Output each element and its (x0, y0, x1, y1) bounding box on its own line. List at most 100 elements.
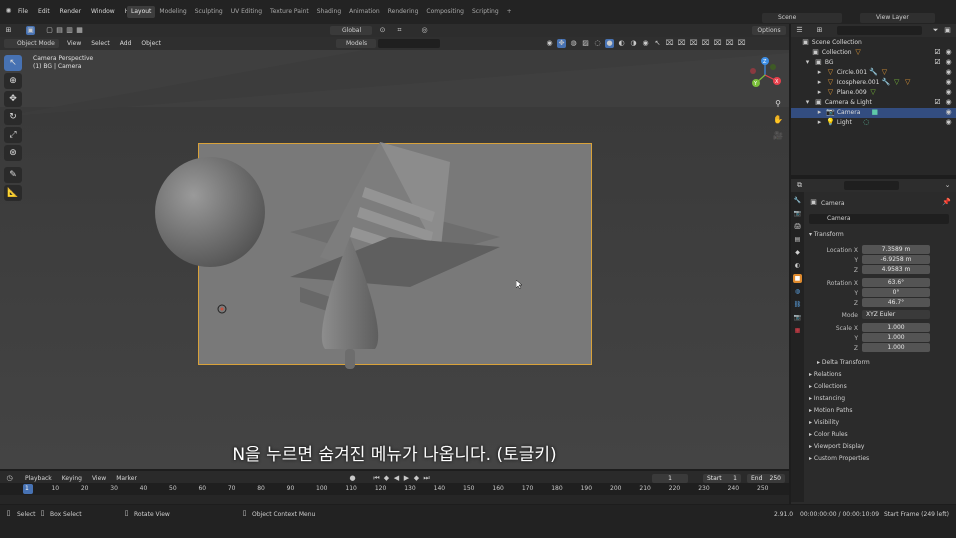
annotate-tool-icon[interactable]: ✎ (4, 167, 22, 183)
move-tool-icon[interactable]: ✥ (4, 91, 22, 107)
options-chevron-icon[interactable]: ⌄ (943, 181, 952, 190)
visibility-icon[interactable]: ◉ (545, 39, 554, 48)
select-extend-icon[interactable]: ▤ (55, 26, 64, 35)
viewport-search-input[interactable] (378, 39, 440, 48)
render-tab-icon[interactable]: 📷 (793, 209, 802, 218)
options-dropdown[interactable]: Options (752, 26, 786, 35)
outliner-row-camera[interactable]: ▸ 📷 Camera ■ ◉ (791, 108, 956, 118)
tab-layout[interactable]: Layout (127, 6, 156, 18)
filter-icon[interactable]: ⏷ (931, 26, 940, 35)
icosphere-object[interactable] (155, 157, 265, 267)
tab-compositing[interactable]: Compositing (422, 6, 468, 18)
3d-viewport[interactable]: Object Mode View Select Add Object Model… (0, 37, 789, 469)
add-workspace-button[interactable]: + (503, 6, 516, 18)
rotate-tool-icon[interactable]: ↻ (4, 109, 22, 125)
tab-modeling[interactable]: Modeling (155, 6, 190, 18)
end-frame-field[interactable]: End 250 (747, 474, 785, 483)
collection-filter-dropdown[interactable]: Models (336, 39, 376, 48)
cabin-object[interactable] (290, 142, 500, 312)
delta-transform-panel[interactable]: ▸ Delta Transform (817, 359, 870, 366)
pan-hand-icon[interactable]: ✋ (771, 113, 785, 127)
xray-icon[interactable]: ▨ (581, 39, 590, 48)
visibility-panel[interactable]: ▸ Visibility (809, 419, 839, 426)
rotation-mode-dropdown[interactable]: XYZ Euler (862, 310, 930, 319)
select-subtract-icon[interactable]: ▥ (65, 26, 74, 35)
eye-icon[interactable]: ◉ (944, 118, 953, 127)
menu-window[interactable]: Window (86, 6, 120, 18)
jump-start-icon[interactable]: ⏮ (372, 474, 381, 483)
transform-orientation-dropdown[interactable]: Global (330, 26, 372, 35)
output-tab-icon[interactable]: 🖨 (793, 222, 802, 231)
eye-icon[interactable]: ◉ (641, 39, 650, 48)
eye-icon[interactable]: ◉ (944, 88, 953, 97)
tab-shading[interactable]: Shading (313, 6, 345, 18)
gizmo-toggle-icon[interactable]: ✥ (557, 39, 566, 48)
timeline-editor-icon[interactable]: ◷ (5, 474, 14, 483)
motion-paths-panel[interactable]: ▸ Motion Paths (809, 407, 852, 414)
editor-type-icon[interactable]: ⊞ (4, 26, 13, 35)
collections-panel[interactable]: ▸ Collections (809, 383, 847, 390)
tab-animation[interactable]: Animation (345, 6, 384, 18)
camera-view-icon[interactable]: 🎥 (771, 129, 785, 143)
timeline-track-area[interactable] (0, 495, 789, 504)
wireframe-shading-icon[interactable]: ◌ (593, 39, 602, 48)
eye-icon[interactable]: ◉ (944, 48, 953, 57)
light-object[interactable] (217, 304, 227, 314)
outliner-row-light[interactable]: ▸ 💡 Light ◌ ◉ (791, 118, 956, 128)
view-layer-selector[interactable]: View Layer (860, 13, 935, 23)
prev-keyframe-icon[interactable]: ◆ (382, 474, 391, 483)
rotation-z-field[interactable]: 46.7° (862, 298, 930, 307)
new-collection-icon[interactable]: ▣ (943, 26, 952, 35)
outliner-row-circle[interactable]: ▸ ▽ Circle.001 🔧 ▽ ◉ (791, 68, 956, 78)
jump-end-icon[interactable]: ⏭ (422, 474, 431, 483)
select-invert-icon[interactable]: ▦ (75, 26, 84, 35)
mode-dropdown[interactable]: Object Mode (4, 39, 59, 48)
tab-rendering[interactable]: Rendering (384, 6, 423, 18)
outliner-search-input[interactable] (837, 26, 922, 35)
rotation-x-field[interactable]: 63.6° (862, 278, 930, 287)
transform-tool-icon[interactable]: ⊛ (4, 145, 22, 161)
outliner-editor-icon[interactable]: ☰ (795, 26, 804, 35)
select-box-icon[interactable]: ▢ (45, 26, 54, 35)
record-icon[interactable]: ● (348, 474, 357, 483)
next-keyframe-icon[interactable]: ◆ (412, 474, 421, 483)
tab-uv-editing[interactable]: UV Editing (227, 6, 266, 18)
chevron-right-icon[interactable]: ▸ (815, 118, 824, 127)
eye-icon[interactable]: ◉ (944, 78, 953, 87)
properties-editor-icon[interactable]: ⧉ (795, 181, 804, 190)
menu-edit[interactable]: Edit (33, 6, 55, 18)
play-reverse-icon[interactable]: ◀ (392, 474, 401, 483)
arrow-icon[interactable]: ↖ (653, 39, 662, 48)
menu-object[interactable]: Object (136, 37, 166, 50)
eye-icon[interactable]: ◉ (944, 98, 953, 107)
display-mode-icon[interactable]: ⊞ (815, 26, 824, 35)
chevron-down-icon[interactable]: ▾ (803, 58, 812, 67)
zoom-icon[interactable]: ⚲ (771, 97, 785, 111)
current-frame-field[interactable]: 1 (652, 474, 688, 483)
restrict-icon-2[interactable]: ⌧ (677, 39, 686, 48)
eye-icon[interactable]: ◉ (944, 58, 953, 67)
blender-logo-icon[interactable]: ✺ (4, 7, 13, 16)
relations-panel[interactable]: ▸ Relations (809, 371, 841, 378)
outliner-row-bg[interactable]: ▾ ▣ BG ☑ ◉ (791, 58, 956, 68)
chevron-right-icon[interactable]: ▸ (815, 108, 824, 117)
eye-icon[interactable]: ◉ (944, 108, 953, 117)
menu-select[interactable]: Select (86, 37, 115, 50)
outliner-row-camera-light[interactable]: ▾ ▣ Camera & Light ☑ ◉ (791, 98, 956, 108)
color-rules-panel[interactable]: ▸ Color Rules (809, 431, 848, 438)
view-layer-tab-icon[interactable]: ▤ (793, 235, 802, 244)
menu-render[interactable]: Render (55, 6, 86, 18)
scale-y-field[interactable]: 1.000 (862, 333, 930, 342)
chevron-right-icon[interactable]: ▸ (815, 68, 824, 77)
outliner-row-icosphere[interactable]: ▸ ▽ Icosphere.001 🔧 ▽ ▽ ◉ (791, 78, 956, 88)
checkbox-icon[interactable]: ☑ (933, 98, 942, 107)
start-frame-field[interactable]: Start 1 (703, 474, 741, 483)
scale-z-field[interactable]: 1.000 (862, 343, 930, 352)
viewport-display-panel[interactable]: ▸ Viewport Display (809, 443, 864, 450)
rendered-shading-icon[interactable]: ◑ (629, 39, 638, 48)
menu-file[interactable]: File (13, 6, 33, 18)
restrict-icon-4[interactable]: ⌧ (701, 39, 710, 48)
location-z-field[interactable]: 4.9583 m (862, 265, 930, 274)
measure-tool-icon[interactable]: 📐 (4, 185, 22, 201)
proportional-edit-icon[interactable]: ◎ (420, 26, 429, 35)
